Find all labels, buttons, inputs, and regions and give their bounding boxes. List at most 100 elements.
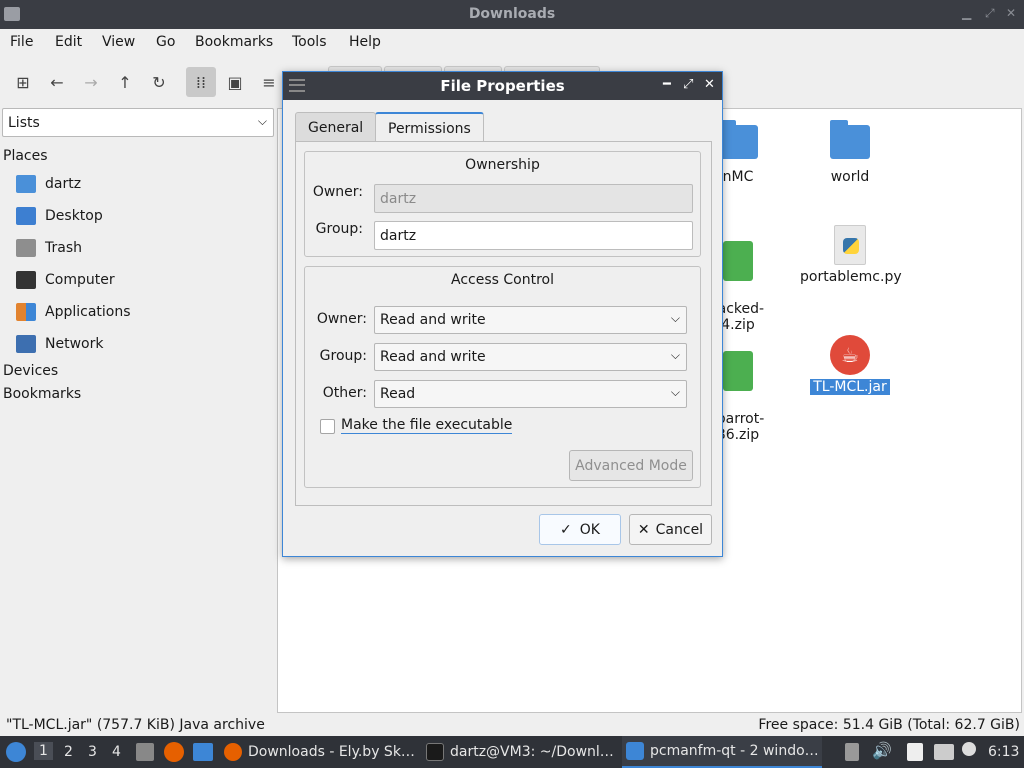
eject-icon[interactable] (845, 743, 859, 761)
sidebar-item-label: dartz (45, 176, 82, 192)
notification-icon[interactable] (962, 742, 976, 756)
sidebar-item-label: Applications (45, 304, 131, 320)
executable-label[interactable]: Make the file executable (341, 417, 513, 434)
task-terminal[interactable]: dartz@VM3: ~/Downl… (426, 736, 618, 768)
terminal-icon (426, 743, 444, 761)
chevron-down-icon: ⌵ (257, 114, 267, 128)
group-field[interactable]: dartz (374, 221, 693, 250)
up-icon[interactable]: ↑ (111, 68, 139, 96)
other-permission-select[interactable]: Read ⌵ (374, 380, 687, 408)
minimize-icon[interactable]: ▁ (962, 6, 971, 20)
clock[interactable]: 6:13 (988, 744, 1019, 760)
sidebar-item-network[interactable]: Network (16, 331, 103, 357)
ok-label: OK (579, 521, 600, 538)
places-header[interactable]: Places (3, 148, 48, 164)
ok-button[interactable]: ✓ OK (539, 514, 621, 545)
sidebar-view-value: Lists (8, 115, 40, 131)
executable-checkbox[interactable] (320, 419, 335, 434)
list-view-icon[interactable]: ≡ (255, 68, 283, 96)
workspace-3[interactable]: 3 (88, 744, 97, 760)
owner-field: dartz (374, 184, 693, 213)
applications-icon (16, 303, 36, 321)
close-icon[interactable]: ✕ (704, 77, 715, 92)
java-icon: ☕ (830, 335, 870, 375)
chevron-down-icon: ⌵ (670, 311, 680, 325)
folder-icon (718, 120, 758, 159)
file-item[interactable]: portablemc.py (800, 225, 902, 285)
file-manager-launcher-icon[interactable] (136, 743, 154, 761)
reload-icon[interactable]: ↻ (145, 68, 173, 96)
sidebar-item-desktop[interactable]: Desktop (16, 203, 103, 229)
group-permission-value: Read and write (380, 349, 486, 365)
sidebar-item-trash[interactable]: Trash (16, 235, 82, 261)
close-icon[interactable]: ✕ (1006, 6, 1016, 20)
task-label: Downloads - Ely.by Sk… (248, 744, 415, 760)
file-label: portablemc.py (800, 269, 902, 285)
sidebar-item-home[interactable]: dartz (16, 171, 81, 197)
network-tray-icon[interactable] (934, 744, 954, 760)
owner-permission-select[interactable]: Read and write ⌵ (374, 306, 687, 334)
zip-icon (723, 351, 753, 391)
other-permission-value: Read (380, 386, 416, 402)
status-bar: "TL-MCL.jar" (757.7 KiB) Java archive Fr… (0, 714, 1024, 736)
access-group-label: Group: (319, 348, 367, 364)
sidebar-item-computer[interactable]: Computer (16, 267, 115, 293)
start-menu-icon[interactable] (6, 742, 26, 762)
menu-bookmarks[interactable]: Bookmarks (195, 34, 273, 50)
window-title: Downloads (468, 6, 556, 22)
file-item-selected[interactable]: ☕ TL-MCL.jar (800, 335, 900, 395)
menu-file[interactable]: File (10, 34, 33, 50)
tab-permissions[interactable]: Permissions (375, 112, 484, 143)
file-item[interactable]: world (800, 120, 900, 185)
task-firefox[interactable]: Downloads - Ely.by Sk… (224, 736, 420, 768)
cancel-icon: ✕ (637, 521, 650, 538)
workspace-1[interactable]: 1 (34, 742, 53, 760)
sidebar-item-applications[interactable]: Applications (16, 299, 131, 325)
back-icon[interactable]: ← (43, 68, 71, 96)
bookmarks-header[interactable]: Bookmarks (3, 386, 81, 402)
sidebar-view-select[interactable]: Lists ⌵ (2, 108, 274, 137)
menu-view[interactable]: View (102, 34, 135, 50)
trash-icon (16, 239, 36, 257)
menu-go[interactable]: Go (156, 34, 175, 50)
menu-edit[interactable]: Edit (55, 34, 82, 50)
forward-icon[interactable]: → (77, 68, 105, 96)
home-folder-icon (16, 175, 36, 193)
sidebar-item-label: Trash (45, 240, 82, 256)
status-right: Free space: 51.4 GiB (Total: 62.7 GiB) (758, 717, 1020, 733)
clipboard-icon[interactable] (907, 743, 923, 761)
cancel-button[interactable]: ✕ Cancel (629, 514, 712, 545)
desktop-icon (16, 207, 36, 225)
new-tab-icon[interactable]: ⊞ (9, 68, 37, 96)
menu-tools[interactable]: Tools (292, 34, 327, 50)
group-label: Group: (315, 221, 363, 237)
menu-help[interactable]: Help (349, 34, 381, 50)
maximize-icon[interactable]: ⤢ (985, 6, 995, 21)
icon-view-icon[interactable]: ⁞⁞ (186, 67, 216, 97)
firefox-launcher-icon[interactable] (164, 742, 184, 762)
thumbnail-view-icon[interactable]: ▣ (221, 68, 249, 96)
workspace-4[interactable]: 4 (112, 744, 121, 760)
group-permission-select[interactable]: Read and write ⌵ (374, 343, 687, 371)
computer-icon (16, 271, 36, 289)
sidebar-item-label: Computer (45, 272, 115, 288)
access-owner-label: Owner: (316, 311, 367, 327)
owner-label: Owner: (312, 184, 363, 200)
task-pcmanfm[interactable]: pcmanfm-qt - 2 windo… (622, 736, 822, 768)
python-icon (834, 225, 866, 265)
taskbar: 1 2 3 4 Downloads - Ely.by Sk… dartz@VM3… (0, 736, 1024, 768)
devices-header[interactable]: Devices (3, 363, 58, 379)
tab-general[interactable]: General (295, 112, 377, 142)
chevron-down-icon: ⌵ (670, 385, 680, 399)
maximize-icon[interactable]: ⤢ (683, 77, 693, 92)
dialog-titlebar: File Properties ━ ⤢ ✕ (283, 72, 722, 100)
volume-icon[interactable]: 🔊 (872, 741, 892, 760)
desktop-launcher-icon[interactable] (193, 743, 213, 761)
workspace-2[interactable]: 2 (64, 744, 73, 760)
folder-icon (626, 742, 644, 760)
advanced-mode-button[interactable]: Advanced Mode (569, 450, 693, 481)
status-left: "TL-MCL.jar" (757.7 KiB) Java archive (6, 717, 265, 733)
minimize-icon[interactable]: ━ (663, 77, 671, 92)
file-label: world (830, 169, 870, 185)
owner-permission-value: Read and write (380, 312, 486, 328)
